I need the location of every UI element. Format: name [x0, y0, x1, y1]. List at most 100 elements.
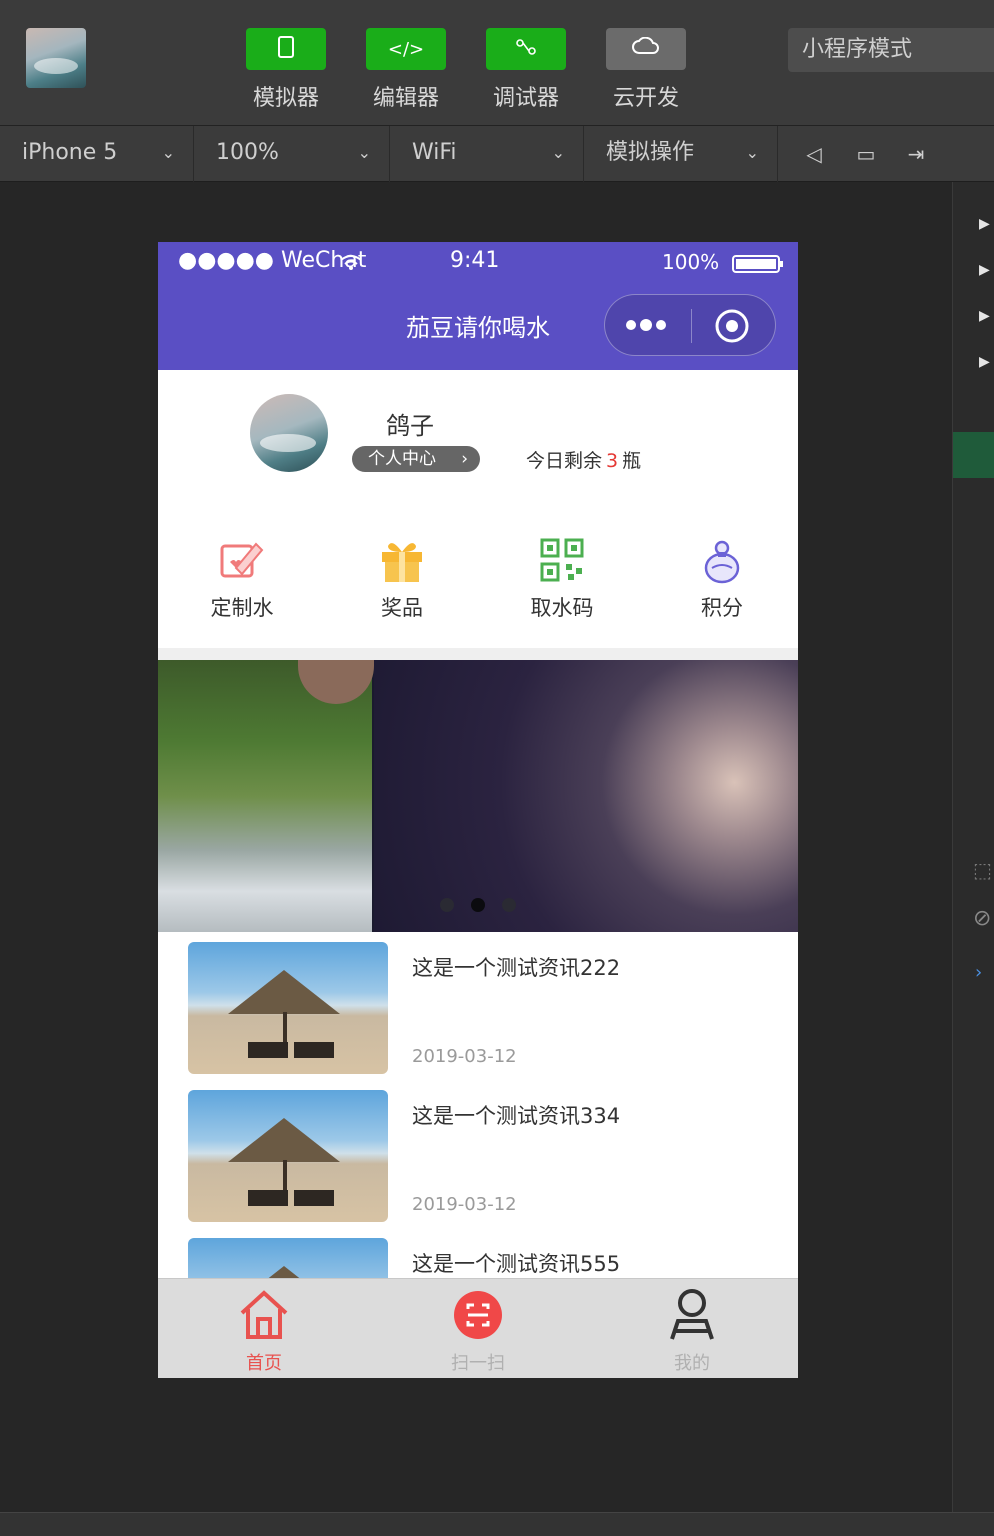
carousel-dot-active[interactable]: [471, 898, 485, 912]
volume-icon[interactable]: ◁: [800, 140, 828, 168]
news-title: 这是一个测试资讯334: [412, 1104, 621, 1128]
phone-nav-bar: 茄豆请你喝水: [158, 282, 798, 370]
network-select[interactable]: WiFi ⌄: [390, 126, 584, 182]
editor-button[interactable]: </> 编辑器: [366, 28, 446, 120]
menu-label: 奖品: [381, 596, 423, 620]
custom-water-icon: [218, 538, 266, 584]
tab-bar: 首页 扫一扫 我的: [158, 1278, 798, 1378]
carrier-label: ●●●●● WeChat: [178, 248, 367, 273]
more-icon[interactable]: [625, 311, 671, 343]
simulator-label: 模拟器: [252, 86, 319, 111]
editor-label: 编辑器: [372, 86, 439, 111]
app-avatar[interactable]: [26, 28, 86, 88]
remain-prefix: 今日剩余: [526, 450, 603, 472]
device-label: iPhone 5: [22, 140, 118, 165]
personal-center-button[interactable]: 个人中心 ›: [352, 446, 480, 472]
time-label: 9:41: [450, 248, 500, 273]
chevron-down-icon: ⌄: [357, 143, 371, 162]
news-item[interactable]: 这是一个测试资讯334 2019-03-12: [188, 1090, 788, 1222]
ide-toolbar: 模拟器 </> 编辑器 调试器 云开发 小程序模式: [0, 0, 994, 126]
news-title: 这是一个测试资讯222: [412, 956, 621, 980]
simulate-select[interactable]: 模拟操作 ⌄: [584, 126, 778, 182]
banner-slide-bokeh: [374, 660, 798, 932]
personal-center-label: 个人中心: [368, 449, 436, 469]
inspect-icon[interactable]: ⬚: [973, 858, 992, 882]
console-prompt-icon[interactable]: ›: [975, 962, 982, 983]
zoom-select[interactable]: 100% ⌄: [194, 126, 390, 182]
menu-item-custom-water[interactable]: 定制水: [182, 538, 302, 622]
section-divider: [158, 648, 798, 660]
tab-label: 扫一扫: [451, 1353, 505, 1374]
chevron-down-icon: ⌄: [745, 143, 759, 162]
wifi-icon: [340, 252, 362, 277]
capsule-menu: [604, 294, 776, 356]
news-title: 这是一个测试资讯555: [412, 1252, 621, 1276]
scan-icon: [418, 1287, 538, 1347]
debugger-icon: [514, 38, 538, 61]
mode-select[interactable]: 小程序模式: [788, 28, 994, 72]
news-list: 这是一个测试资讯222 2019-03-12 这是一个测试资讯334 2019-…: [158, 942, 798, 1278]
news-thumbnail: [188, 942, 388, 1074]
code-icon: </>: [387, 38, 425, 60]
menu-item-gift[interactable]: 奖品: [342, 538, 462, 622]
tab-label: 首页: [246, 1353, 282, 1374]
zoom-label: 100%: [216, 140, 279, 165]
capsule-divider: [691, 309, 692, 343]
device-select[interactable]: iPhone 5 ⌄: [0, 126, 194, 182]
news-thumbnail: [188, 1090, 388, 1222]
tab-home[interactable]: 首页: [204, 1287, 324, 1375]
expand-arrow-icon[interactable]: ▶: [979, 216, 990, 232]
chevron-right-icon: ›: [461, 449, 468, 469]
banner-carousel[interactable]: [158, 660, 798, 932]
battery-label: 100%: [662, 250, 720, 274]
qrcode-icon: [538, 538, 586, 584]
chevron-down-icon: ⌄: [161, 143, 175, 162]
tab-mine[interactable]: 我的: [632, 1287, 752, 1375]
debugger-button[interactable]: 调试器: [486, 28, 566, 120]
news-thumbnail: [188, 1238, 388, 1278]
close-mini-icon[interactable]: [713, 307, 751, 349]
phone-simulator: ●●●●● WeChat 9:41 100% 茄豆请你喝水 鸽子 个人中心 ›: [158, 242, 798, 1378]
cloud-icon: [631, 36, 661, 62]
quick-menu: 定制水 奖品 取水码 积分: [158, 520, 798, 648]
menu-label: 积分: [701, 596, 743, 620]
cloud-dev-button[interactable]: 云开发: [606, 28, 686, 120]
remain-info: 今日剩余 3 瓶: [526, 446, 641, 473]
banner-slide-waterfall: [158, 660, 374, 932]
device-toolbar: iPhone 5 ⌄ 100% ⌄ WiFi ⌄ 模拟操作 ⌄ ◁ ▭ ⇥: [0, 126, 994, 182]
news-date: 2019-03-12: [412, 1194, 517, 1215]
gift-icon: [378, 538, 426, 584]
menu-item-water-code[interactable]: 取水码: [502, 538, 622, 622]
simulator-button[interactable]: 模拟器: [246, 28, 326, 120]
user-icon: [632, 1287, 752, 1347]
phone-icon: [278, 35, 294, 63]
avatar[interactable]: [250, 394, 328, 472]
points-icon: [698, 538, 746, 584]
home-icon: [204, 1287, 324, 1347]
menu-item-points[interactable]: 积分: [662, 538, 782, 622]
news-item[interactable]: 这是一个测试资讯222 2019-03-12: [188, 942, 788, 1074]
simulate-label: 模拟操作: [606, 140, 695, 165]
clear-icon[interactable]: ⊘: [973, 906, 991, 931]
tab-label: 我的: [674, 1353, 710, 1374]
news-item[interactable]: 这是一个测试资讯555: [188, 1238, 788, 1278]
carousel-dot[interactable]: [502, 898, 516, 912]
carousel-dot[interactable]: [440, 898, 454, 912]
remain-count: 3: [606, 450, 619, 472]
menu-label: 取水码: [530, 596, 594, 620]
selected-row: [953, 432, 994, 478]
cloud-dev-label: 云开发: [612, 86, 679, 111]
expand-arrow-icon[interactable]: ▶: [979, 262, 990, 278]
devtools-strip: ▶ ▶ ▶ ▶ ⬚ ⊘ ›: [952, 182, 994, 1512]
debugger-label: 调试器: [492, 86, 559, 111]
ide-status-bar: [0, 1512, 994, 1536]
profile-section: 鸽子 个人中心 › 今日剩余 3 瓶: [158, 370, 798, 520]
tab-scan[interactable]: 扫一扫: [418, 1287, 538, 1375]
chevron-down-icon: ⌄: [551, 143, 565, 162]
rotate-icon[interactable]: ▭: [852, 140, 880, 168]
news-date: 2019-03-12: [412, 1046, 517, 1067]
expand-arrow-icon[interactable]: ▶: [979, 354, 990, 370]
expand-arrow-icon[interactable]: ▶: [979, 308, 990, 324]
detach-icon[interactable]: ⇥: [902, 140, 930, 168]
menu-label: 定制水: [210, 596, 274, 620]
